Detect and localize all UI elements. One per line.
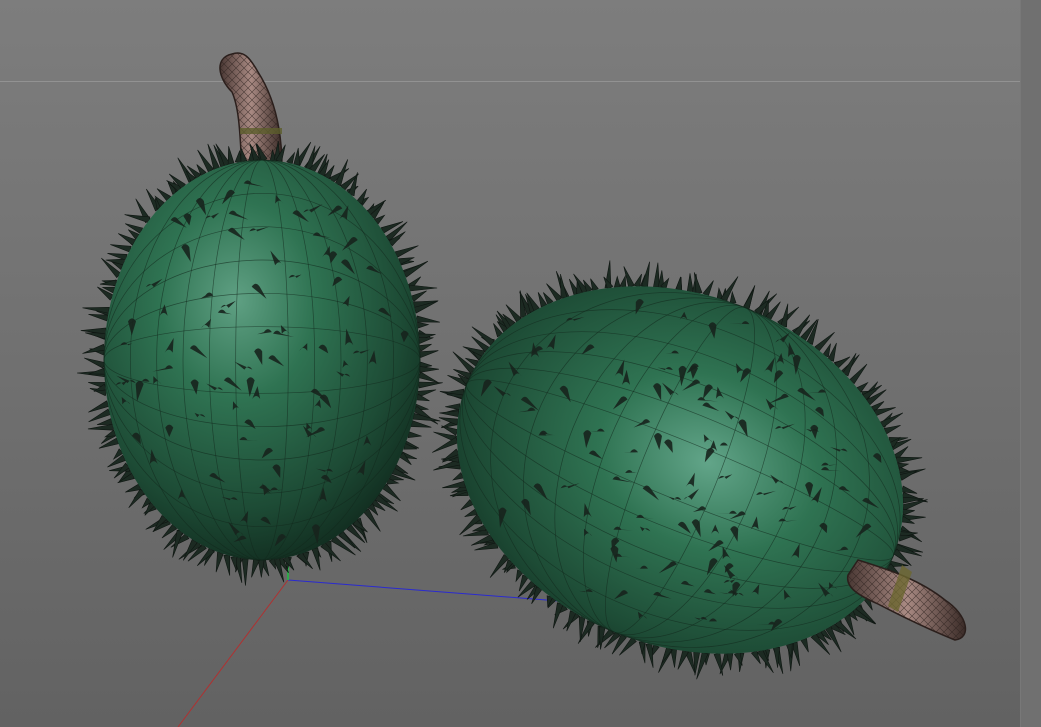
spike — [418, 343, 432, 352]
spike — [641, 261, 650, 288]
spike — [410, 290, 427, 302]
scene-render[interactable] — [0, 0, 1020, 727]
spike — [566, 610, 577, 632]
spike — [82, 306, 110, 314]
spike — [895, 456, 923, 464]
spike — [172, 529, 184, 558]
spike — [241, 558, 249, 586]
spike — [215, 551, 224, 573]
spike — [419, 366, 439, 373]
spike — [268, 558, 277, 570]
fruit-body — [456, 286, 904, 654]
spike — [418, 350, 439, 359]
x-axis-line — [177, 579, 289, 727]
spike — [257, 559, 265, 578]
spike — [849, 363, 868, 385]
spike — [227, 146, 235, 165]
spike — [619, 274, 627, 288]
spike — [472, 524, 487, 532]
spike — [407, 431, 422, 439]
spike — [720, 276, 739, 302]
soursop-fruit-lying[interactable] — [401, 222, 967, 719]
spike — [439, 410, 459, 418]
spike — [677, 649, 689, 670]
spike — [653, 262, 660, 288]
spike — [88, 313, 109, 322]
spike — [613, 275, 621, 288]
spike — [84, 357, 106, 369]
spike — [87, 423, 114, 431]
spike — [110, 244, 132, 253]
spike — [432, 436, 459, 453]
spike — [842, 353, 857, 377]
spike — [675, 276, 683, 291]
spike — [230, 555, 238, 571]
spike — [442, 480, 466, 489]
spike — [773, 647, 781, 668]
spike — [879, 412, 904, 428]
spike — [902, 508, 915, 516]
spike — [898, 534, 914, 542]
spike — [410, 420, 432, 428]
spike — [417, 321, 430, 329]
spike — [560, 273, 568, 299]
spike — [418, 381, 443, 389]
3d-viewport[interactable] — [0, 0, 1041, 727]
spike — [729, 290, 737, 304]
spike — [251, 558, 260, 578]
spike — [125, 483, 142, 493]
spike — [552, 602, 564, 629]
spike — [128, 488, 146, 509]
spike — [234, 150, 242, 164]
spike — [743, 288, 755, 310]
spike — [670, 648, 677, 668]
soursop-fruit-upright[interactable] — [76, 52, 443, 586]
spike — [96, 418, 113, 426]
spike — [702, 280, 714, 297]
spike — [311, 547, 321, 571]
spike — [726, 653, 734, 671]
spike — [814, 331, 835, 352]
spike — [777, 306, 800, 327]
spike — [88, 367, 106, 375]
spike — [661, 646, 673, 664]
spike — [415, 315, 440, 323]
spike — [394, 245, 419, 258]
spike — [223, 554, 231, 576]
spike — [445, 403, 461, 411]
world-axes — [177, 562, 573, 727]
spike — [334, 159, 349, 187]
spike — [800, 637, 809, 653]
spike — [883, 425, 901, 435]
spike — [418, 337, 434, 344]
viewport-side-strip — [1020, 0, 1041, 727]
spike — [286, 151, 296, 165]
spike — [780, 303, 789, 328]
spike — [471, 326, 495, 346]
spike — [713, 652, 724, 676]
spike — [363, 508, 381, 532]
spike — [686, 273, 694, 292]
spike — [645, 642, 654, 668]
spike — [409, 284, 438, 292]
spike — [293, 147, 300, 166]
spike — [417, 371, 439, 384]
